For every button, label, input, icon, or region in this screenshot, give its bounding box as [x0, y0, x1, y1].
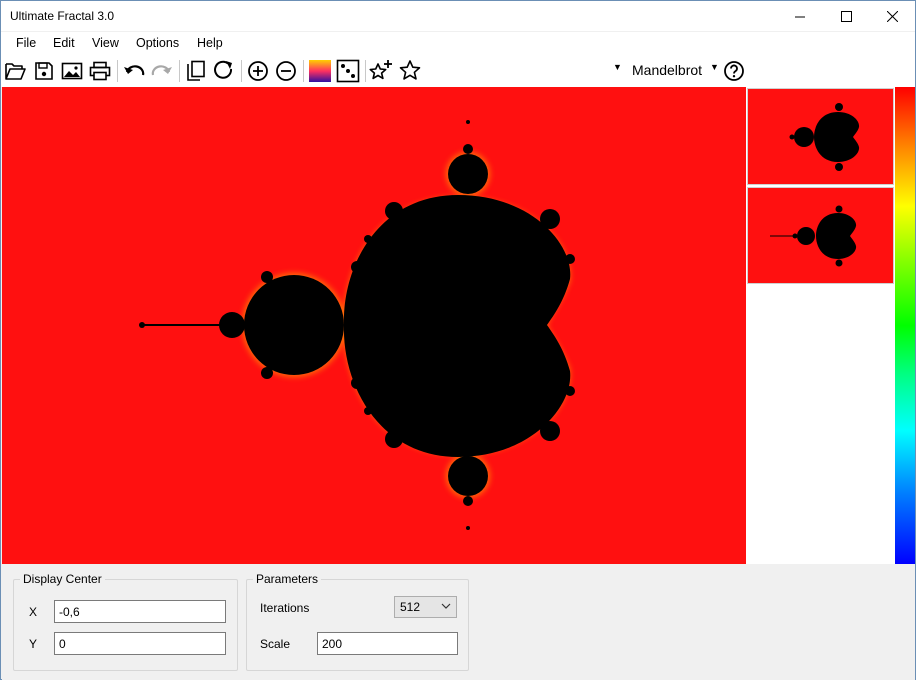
chevron-down-icon — [441, 603, 451, 609]
center-y-input[interactable] — [54, 632, 226, 655]
thumbnail-item[interactable] — [747, 88, 894, 185]
scale-label: Scale — [260, 637, 291, 651]
display-center-legend: Display Center — [23, 572, 102, 586]
zoom-in-button[interactable] — [245, 58, 271, 84]
center-x-input[interactable] — [54, 600, 226, 623]
window-title: Ultimate Fractal 3.0 — [10, 9, 115, 23]
close-icon — [886, 10, 898, 22]
help-button[interactable] — [721, 58, 747, 84]
thumbnail-item[interactable] — [747, 187, 894, 284]
help-icon — [724, 61, 744, 81]
export-image-button[interactable] — [59, 58, 85, 84]
parameters-legend: Parameters — [256, 572, 319, 586]
open-button[interactable] — [3, 58, 29, 84]
y-label: Y — [29, 637, 38, 651]
fractal-type-label: Mandelbrot — [632, 62, 703, 78]
app-window: Ultimate Fractal 3.0 File Edit View Opti… — [0, 0, 916, 680]
toolbar-separator — [303, 60, 304, 82]
iterations-select[interactable]: 512 — [394, 596, 457, 618]
toolbar-separator — [179, 60, 180, 82]
menu-edit[interactable]: Edit — [53, 36, 75, 50]
zoom-out-button[interactable] — [273, 58, 299, 84]
x-label: X — [29, 605, 38, 619]
minimize-icon — [794, 16, 805, 17]
toolbar-separator — [241, 60, 242, 82]
toolbar-separator — [365, 60, 366, 82]
zoom-in-icon — [248, 61, 268, 81]
iterations-label: Iterations — [260, 601, 310, 615]
maximize-button[interactable] — [823, 1, 869, 31]
toolbar-separator — [117, 60, 118, 82]
parameters-group: Parameters — [246, 572, 469, 671]
save-button[interactable] — [31, 58, 57, 84]
color-palette-bar[interactable] — [895, 87, 915, 564]
mandelbrot-render — [139, 120, 575, 530]
menu-bar: File Edit View Options Help — [1, 32, 915, 54]
minimize-button[interactable] — [777, 1, 823, 31]
menu-file[interactable]: File — [16, 36, 36, 50]
refresh-button[interactable] — [211, 58, 237, 84]
copy-button[interactable] — [183, 58, 209, 84]
random-button[interactable] — [335, 58, 361, 84]
mandelbrot-thumbnail — [789, 103, 860, 171]
palette-button[interactable] — [307, 58, 333, 84]
toolbar: ▼ Mandelbrot ▼ — [1, 54, 915, 87]
export-image-icon — [61, 62, 83, 80]
menu-help[interactable]: Help — [197, 36, 223, 50]
fractal-type-dropdown[interactable]: ▼ Mandelbrot ▼ — [613, 62, 721, 80]
redo-button[interactable] — [149, 58, 175, 84]
add-favorite-icon — [369, 60, 392, 80]
menu-view[interactable]: View — [92, 36, 119, 50]
iterations-value: 512 — [400, 600, 421, 614]
chevron-down-icon: ▼ — [613, 62, 622, 72]
chevron-down-icon: ▼ — [710, 62, 719, 72]
fractal-canvas[interactable] — [2, 87, 746, 564]
undo-icon — [124, 65, 145, 76]
history-thumbnails — [746, 87, 895, 564]
redo-icon — [151, 65, 172, 76]
save-icon — [35, 62, 53, 80]
close-button[interactable] — [869, 1, 915, 31]
add-favorite-button[interactable] — [368, 58, 394, 84]
open-folder-icon — [5, 63, 26, 80]
copy-icon — [187, 60, 205, 81]
mandelbrot-thumbnail — [770, 205, 857, 267]
print-button[interactable] — [87, 58, 113, 84]
random-icon — [336, 59, 360, 83]
scale-input[interactable] — [317, 632, 458, 655]
undo-button[interactable] — [121, 58, 147, 84]
palette-icon — [309, 60, 331, 82]
favorites-icon — [399, 60, 421, 80]
favorites-button[interactable] — [397, 58, 423, 84]
maximize-icon — [840, 10, 852, 22]
title-bar: Ultimate Fractal 3.0 — [1, 1, 915, 31]
print-icon — [89, 61, 111, 81]
menu-options[interactable]: Options — [136, 36, 179, 50]
zoom-out-icon — [276, 61, 296, 81]
bottom-panel: Display Center X Y Parameters Iterations… — [2, 564, 915, 680]
refresh-icon — [214, 60, 233, 79]
